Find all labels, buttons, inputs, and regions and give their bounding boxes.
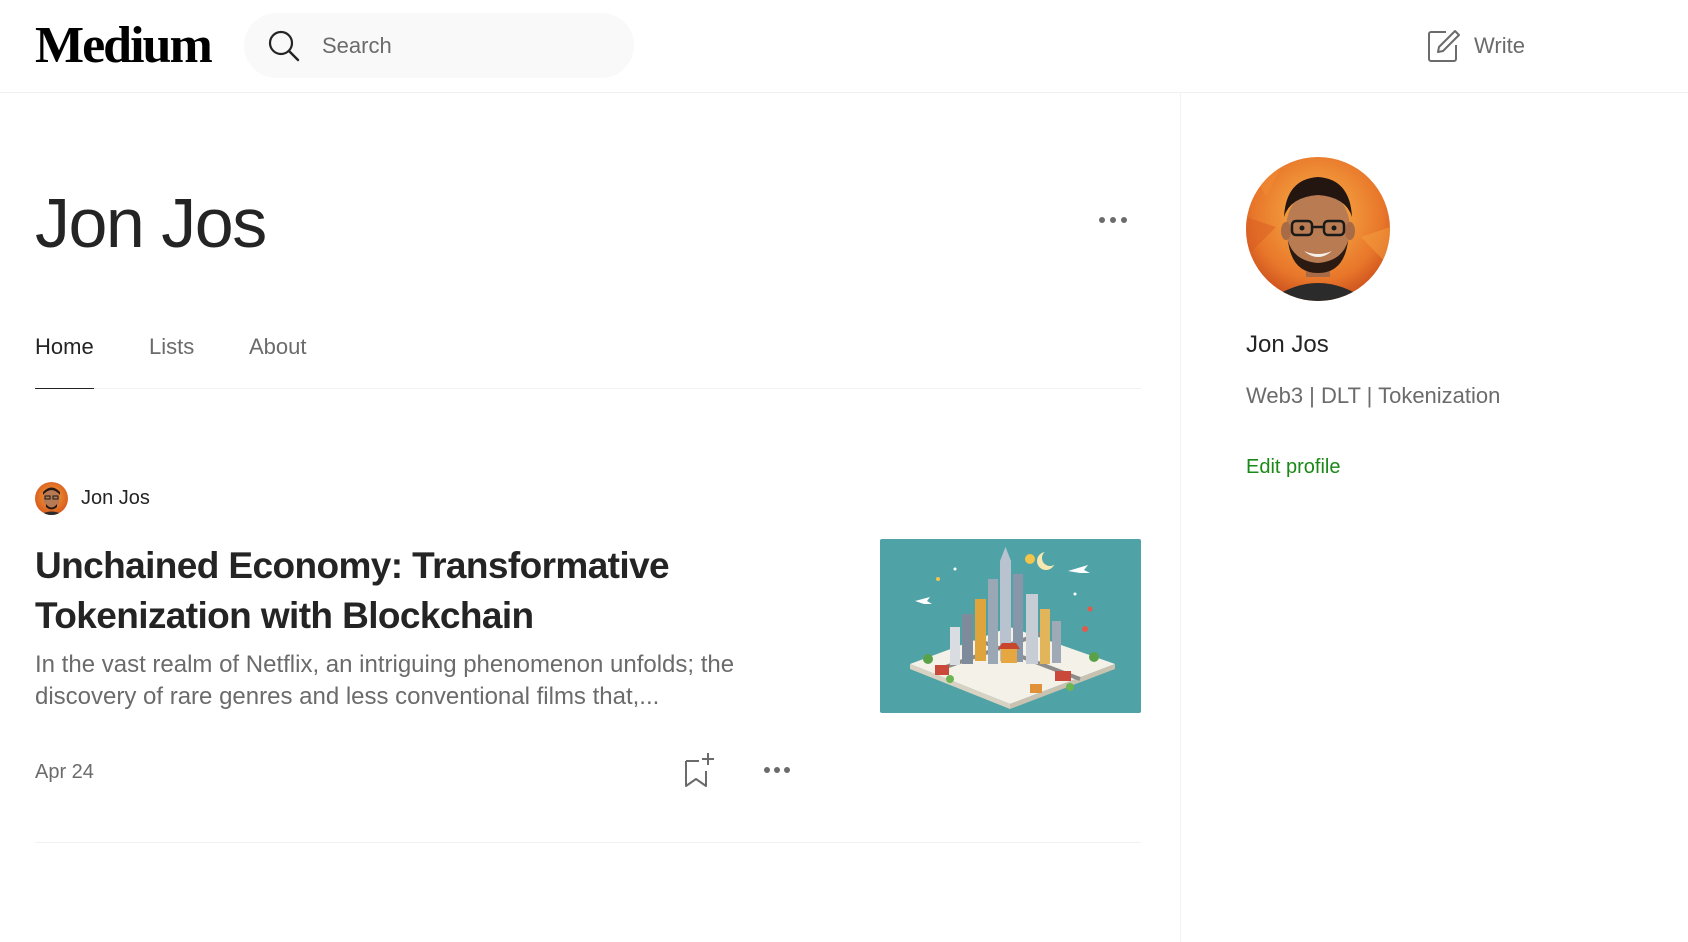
- search-icon: [268, 30, 300, 62]
- write-icon: [1428, 30, 1460, 62]
- post-title[interactable]: Unchained Economy: Transformative Tokeni…: [35, 541, 815, 641]
- tab-lists[interactable]: Lists: [149, 319, 194, 389]
- post-date: Apr 24: [35, 761, 94, 783]
- tab-about[interactable]: About: [249, 319, 307, 389]
- tab-home[interactable]: Home: [35, 319, 94, 389]
- medium-logo[interactable]: Medium: [35, 16, 213, 76]
- page-title: Jon Jos: [35, 184, 267, 262]
- post-excerpt[interactable]: In the vast realm of Netflix, an intrigu…: [35, 649, 775, 713]
- post-author[interactable]: Jon Jos: [35, 481, 150, 515]
- avatar: [35, 481, 68, 515]
- bookmark-add-icon[interactable]: [683, 751, 717, 789]
- more-horizontal-icon[interactable]: [761, 757, 793, 783]
- top-nav-bar: Medium Write: [0, 0, 1688, 93]
- post-thumbnail[interactable]: [880, 539, 1141, 713]
- search-box[interactable]: [244, 13, 634, 78]
- edit-profile-link[interactable]: Edit profile: [1246, 453, 1341, 481]
- main-content: Jon Jos Home Lists About Jon Jos Unchain…: [35, 93, 1141, 942]
- more-horizontal-icon[interactable]: [1095, 205, 1131, 235]
- post-author-name: Jon Jos: [81, 486, 150, 509]
- post-divider: [35, 842, 1141, 843]
- write-button[interactable]: Write: [1426, 26, 1525, 66]
- avatar[interactable]: [1246, 157, 1390, 301]
- write-label: Write: [1474, 33, 1525, 58]
- isometric-city-illustration: [880, 539, 1141, 713]
- profile-sidebar: Jon Jos Web3 | DLT | Tokenization Edit p…: [1180, 93, 1688, 942]
- search-input[interactable]: [320, 26, 610, 66]
- sidebar-bio: Web3 | DLT | Tokenization: [1246, 383, 1501, 408]
- profile-tabs: Home Lists About: [35, 319, 1141, 389]
- sidebar-name[interactable]: Jon Jos: [1246, 329, 1329, 361]
